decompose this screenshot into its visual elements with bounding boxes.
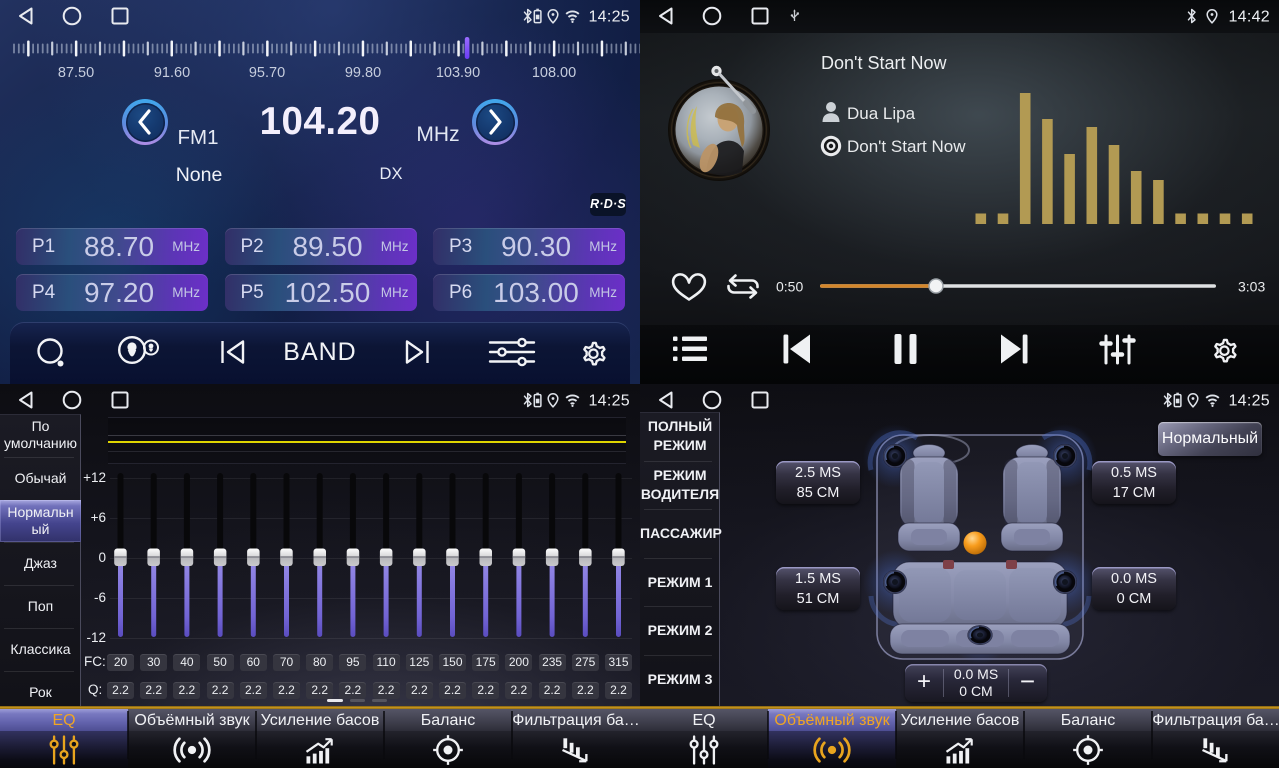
svg-text:3:03: 3:03 — [1238, 279, 1265, 295]
svg-text:BAND: BAND — [283, 338, 356, 366]
svg-text:0:50: 0:50 — [776, 279, 803, 295]
svg-text:14:25: 14:25 — [588, 9, 630, 26]
svg-text:14:25: 14:25 — [1228, 393, 1270, 410]
